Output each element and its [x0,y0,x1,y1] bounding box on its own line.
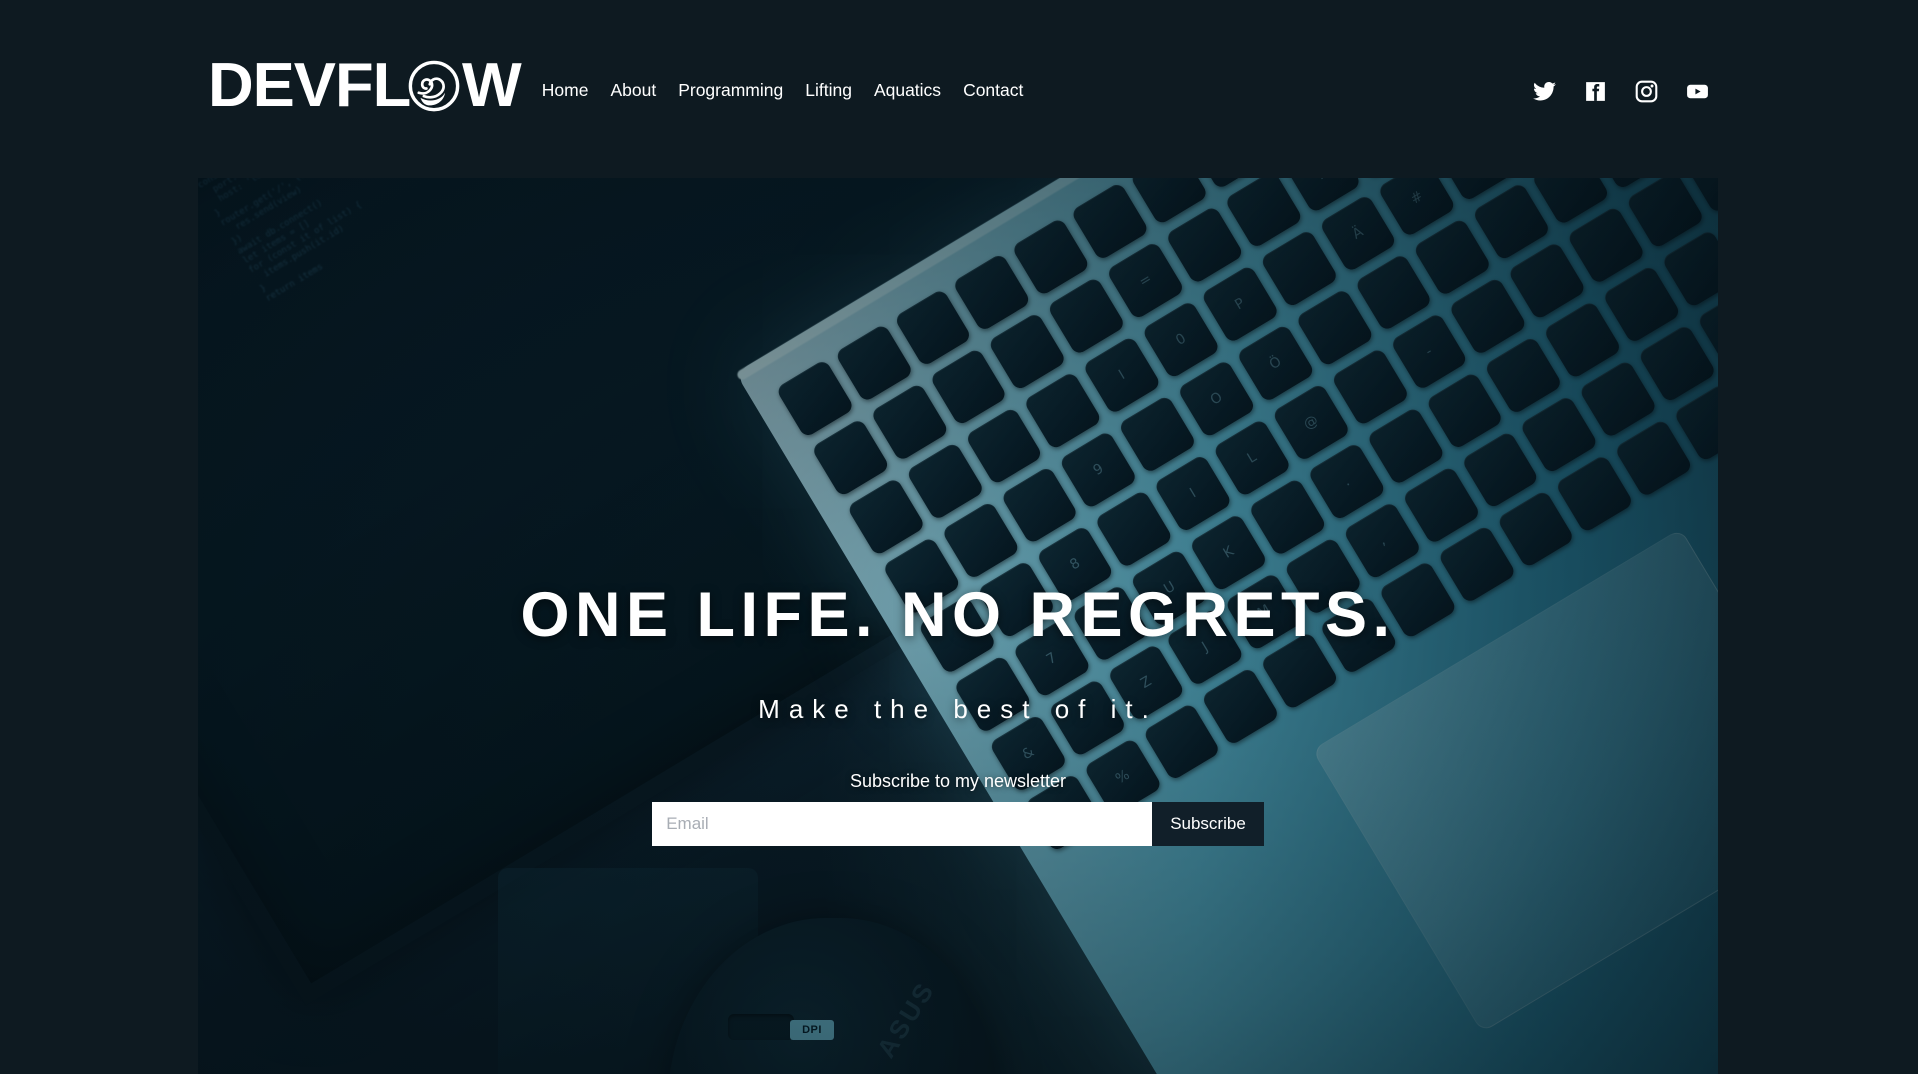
nav-item-contact[interactable]: Contact [963,82,1023,100]
twitter-icon[interactable] [1532,79,1557,104]
hero-content: ONE LIFE. NO REGRETS. Make the best of i… [198,178,1718,1074]
hero-section: import { flow } from './core' const app … [198,178,1718,1074]
email-input[interactable] [652,802,1153,847]
hero-title: ONE LIFE. NO REGRETS. [520,580,1396,650]
newsletter-form: Subscribe [652,802,1264,847]
site-header: DEVFL W Home About Programming Lifting A… [0,0,1918,178]
facebook-icon[interactable] [1583,79,1608,104]
social-links [1532,75,1710,104]
nav-item-home[interactable]: Home [542,82,589,100]
subscribe-button[interactable]: Subscribe [1152,802,1264,847]
page-root: DEVFL W Home About Programming Lifting A… [0,0,1918,1074]
brand-logo[interactable]: DEVFL W [208,51,522,121]
nav-item-aquatics[interactable]: Aquatics [874,82,941,100]
youtube-icon[interactable] [1685,79,1710,104]
wave-circle-icon [407,59,461,113]
newsletter-label: Subscribe to my newsletter [849,771,1067,792]
nav-item-programming[interactable]: Programming [678,82,783,100]
main-nav: Home About Programming Lifting Aquatics … [542,78,1024,100]
instagram-icon[interactable] [1634,79,1659,104]
brand-text-after: W [462,51,522,120]
nav-item-lifting[interactable]: Lifting [805,82,852,100]
hero-subtitle: Make the best of it. [758,694,1158,725]
nav-item-about[interactable]: About [610,82,656,100]
brand-text-before: DEVFL [208,51,411,120]
